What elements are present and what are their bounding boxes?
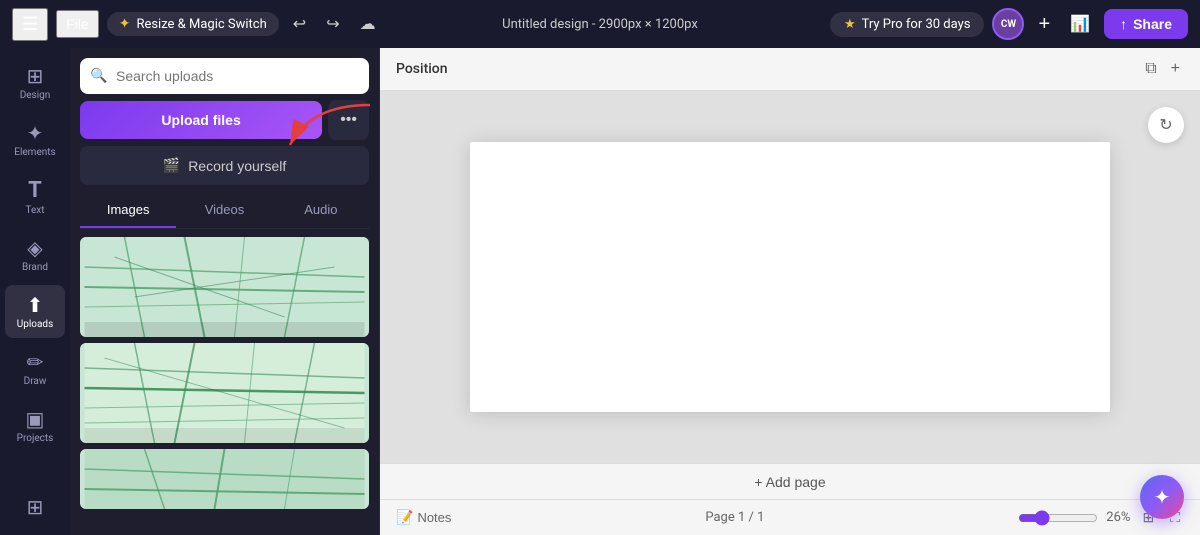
sidebar-item-draw[interactable]: ✏ Draw bbox=[5, 342, 65, 395]
canvas-area: Position ⧉ + ↻ + Add page 📝 Notes Page 1… bbox=[380, 48, 1200, 535]
record-yourself-button[interactable]: 🎬 Record yourself bbox=[80, 146, 369, 185]
canvas-frame[interactable] bbox=[470, 142, 1110, 412]
draw-icon: ✏ bbox=[27, 350, 44, 374]
projects-icon: ▣ bbox=[26, 407, 45, 431]
cloud-save-button[interactable]: ☁ bbox=[354, 10, 382, 38]
elements-icon: ✦ bbox=[27, 121, 44, 145]
upload-row: Upload files ••• bbox=[80, 100, 369, 140]
images-grid bbox=[70, 229, 379, 535]
list-item[interactable] bbox=[80, 343, 369, 443]
record-label: Record yourself bbox=[188, 158, 286, 174]
menu-icon[interactable]: ☰ bbox=[12, 8, 48, 41]
list-item[interactable] bbox=[80, 237, 369, 337]
add-frame-button[interactable]: + bbox=[1167, 56, 1184, 82]
uploads-panel: 🔍 Upload files ••• 🎬 Record yourself Ima… bbox=[70, 48, 380, 535]
topbar-actions: ★ Try Pro for 30 days CW + 📊 ↑ Share bbox=[830, 8, 1188, 40]
copy-frame-button[interactable]: ⧉ bbox=[1141, 56, 1160, 82]
map-thumbnail-1 bbox=[80, 237, 369, 337]
share-icon: ↑ bbox=[1120, 16, 1127, 32]
notes-label: Notes bbox=[417, 510, 451, 525]
magic-switch-button[interactable]: ✦ Resize & Magic Switch bbox=[107, 12, 279, 36]
sidebar-label-uploads: Uploads bbox=[17, 319, 53, 330]
avatar[interactable]: CW bbox=[992, 8, 1024, 40]
more-apps-icon: ⊞ bbox=[27, 495, 44, 519]
upload-files-button[interactable]: Upload files bbox=[80, 101, 322, 139]
sidebar-item-projects[interactable]: ▣ Projects bbox=[5, 399, 65, 452]
brand-icon: ◈ bbox=[27, 236, 42, 260]
upload-more-button[interactable]: ••• bbox=[328, 100, 369, 140]
avatar-text: CW bbox=[1001, 19, 1016, 30]
magic-switch-label: Resize & Magic Switch bbox=[136, 17, 266, 32]
magic-assistant-button[interactable]: ✦ bbox=[1140, 475, 1184, 519]
map-thumbnail-2 bbox=[80, 343, 369, 443]
notes-icon: 📝 bbox=[396, 509, 413, 526]
map-thumbnail-3 bbox=[80, 449, 369, 509]
icon-sidebar: ⊞ Design ✦ Elements T Text ◈ Brand ⬆ Upl… bbox=[0, 48, 70, 535]
analytics-button[interactable]: 📊 bbox=[1064, 10, 1096, 38]
canvas-topbar-icons: ⧉ + bbox=[1141, 56, 1184, 82]
zoom-slider[interactable] bbox=[1018, 510, 1098, 526]
sidebar-label-draw: Draw bbox=[24, 376, 47, 387]
share-label: Share bbox=[1133, 16, 1172, 32]
redo-button[interactable]: ↪ bbox=[320, 10, 345, 38]
list-item[interactable] bbox=[80, 449, 369, 509]
magic-circle-icon: ✦ bbox=[1154, 485, 1171, 509]
sidebar-bottom: ⊞ bbox=[5, 487, 65, 527]
sidebar-item-more[interactable]: ⊞ bbox=[5, 487, 65, 527]
canvas-topbar: Position ⧉ + bbox=[380, 48, 1200, 91]
notes-button[interactable]: 📝 Notes bbox=[396, 509, 451, 526]
sidebar-label-elements: Elements bbox=[14, 147, 55, 158]
sidebar-item-design[interactable]: ⊞ Design bbox=[5, 56, 65, 109]
canvas-footer: 📝 Notes Page 1 / 1 26% ⊞ ⛶ bbox=[380, 499, 1200, 535]
uploads-icon: ⬆ bbox=[27, 293, 44, 317]
search-input[interactable] bbox=[80, 58, 369, 94]
tab-videos[interactable]: Videos bbox=[176, 193, 272, 228]
try-pro-button[interactable]: ★ Try Pro for 30 days bbox=[830, 12, 985, 37]
text-icon: T bbox=[28, 178, 42, 203]
tab-images[interactable]: Images bbox=[80, 193, 176, 228]
zoom-level: 26% bbox=[1106, 510, 1130, 525]
pro-label: Try Pro for 30 days bbox=[862, 17, 971, 32]
tab-audio[interactable]: Audio bbox=[273, 193, 369, 228]
add-team-button[interactable]: + bbox=[1032, 11, 1056, 38]
record-icon: 🎬 bbox=[163, 157, 180, 174]
sidebar-item-elements[interactable]: ✦ Elements bbox=[5, 113, 65, 166]
sidebar-item-uploads[interactable]: ⬆ Uploads bbox=[5, 285, 65, 338]
sidebar-label-projects: Projects bbox=[17, 433, 54, 444]
add-page-button[interactable]: + Add page bbox=[396, 474, 1184, 490]
media-tabs: Images Videos Audio bbox=[80, 193, 369, 229]
refresh-button[interactable]: ↻ bbox=[1148, 107, 1184, 143]
search-icon: 🔍 bbox=[90, 68, 107, 84]
design-icon: ⊞ bbox=[27, 64, 44, 88]
add-page-bar: + Add page bbox=[380, 463, 1200, 499]
document-title: Untitled design - 2900px × 1200px bbox=[502, 17, 698, 32]
position-label: Position bbox=[396, 61, 448, 77]
pro-star-icon: ★ bbox=[844, 17, 856, 32]
page-indicator: Page 1 / 1 bbox=[705, 510, 764, 525]
file-menu[interactable]: File bbox=[56, 10, 99, 38]
topbar: ☰ File ✦ Resize & Magic Switch ↩ ↪ ☁ Unt… bbox=[0, 0, 1200, 48]
canvas-workspace: ↻ bbox=[380, 91, 1200, 463]
sidebar-item-brand[interactable]: ◈ Brand bbox=[5, 228, 65, 281]
search-area: 🔍 bbox=[80, 58, 369, 94]
undo-button[interactable]: ↩ bbox=[287, 10, 312, 38]
sidebar-item-text[interactable]: T Text bbox=[5, 170, 65, 224]
magic-star-icon: ✦ bbox=[119, 16, 131, 32]
sidebar-label-brand: Brand bbox=[22, 262, 48, 273]
main-area: ⊞ Design ✦ Elements T Text ◈ Brand ⬆ Upl… bbox=[0, 48, 1200, 535]
share-button[interactable]: ↑ Share bbox=[1104, 9, 1188, 39]
sidebar-label-design: Design bbox=[20, 90, 51, 101]
sidebar-label-text: Text bbox=[25, 205, 44, 216]
